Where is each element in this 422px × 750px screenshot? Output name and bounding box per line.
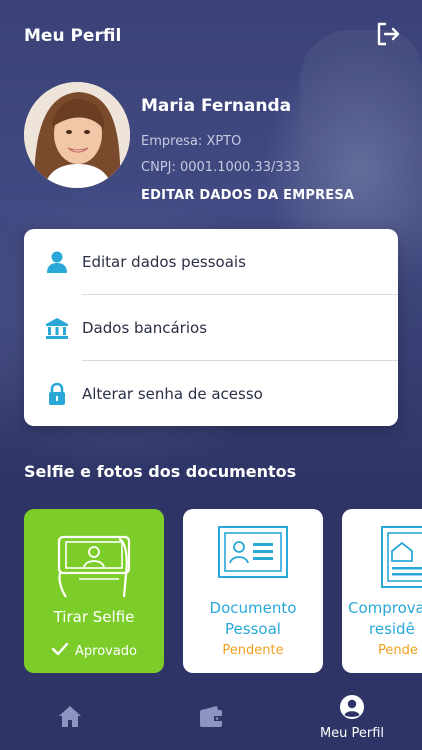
- nav-item-wallet[interactable]: [181, 682, 241, 750]
- selfie-status: Aprovado: [24, 642, 164, 660]
- company-name: Empresa: XPTO: [141, 134, 242, 149]
- house-document-icon: [342, 519, 422, 599]
- menu-item-label: Editar dados pessoais: [82, 252, 246, 271]
- id-card-icon: [183, 519, 323, 599]
- avatar[interactable]: [24, 82, 130, 188]
- person-icon: [44, 249, 70, 275]
- status-badge: Aprovado: [74, 643, 138, 659]
- document-card-title-line1: Documento: [209, 599, 297, 617]
- selfie-icon: [24, 519, 164, 599]
- menu-item-label: Dados bancários: [82, 318, 208, 337]
- logout-icon[interactable]: [374, 20, 402, 48]
- document-card-title-line2: Pessoal: [225, 620, 281, 638]
- residence-proof-card[interactable]: Comprova residê Pende: [342, 509, 422, 673]
- menu-item-change-password[interactable]: Alterar senha de acesso: [24, 361, 398, 426]
- personal-document-card[interactable]: Documento Pessoal Pendente: [183, 509, 323, 673]
- nav-item-label: Meu Perfil: [319, 726, 385, 741]
- bank-icon: [44, 315, 70, 341]
- wallet-icon: [197, 704, 225, 734]
- nav-item-home[interactable]: [40, 682, 100, 750]
- profile-icon: [339, 694, 365, 724]
- document-card-title-line1: Comprova: [348, 599, 422, 617]
- company-cnpj: CNPJ: 0001.1000.33/333: [141, 160, 301, 175]
- nav-item-profile[interactable]: Meu Perfil: [307, 682, 397, 750]
- check-icon: [51, 642, 69, 660]
- status-badge: Pendente: [222, 643, 284, 658]
- menu-item-bank-data[interactable]: Dados bancários: [24, 295, 398, 360]
- selfie-card[interactable]: Tirar Selfie Aprovado: [24, 509, 164, 673]
- lock-icon: [44, 381, 70, 407]
- menu-item-label: Alterar senha de acesso: [82, 384, 263, 403]
- edit-company-link[interactable]: EDITAR DADOS DA EMPRESA: [141, 188, 354, 203]
- app-header: Meu Perfil: [0, 0, 422, 70]
- bottom-navigation: Meu Perfil: [0, 682, 422, 750]
- status-badge: Pende: [378, 643, 418, 658]
- profile-menu-card: Editar dados pessoais Dados bancários Al…: [24, 229, 398, 426]
- menu-item-edit-personal[interactable]: Editar dados pessoais: [24, 229, 398, 294]
- profile-name: Maria Fernanda: [141, 96, 292, 116]
- document-card-title-line2: residê: [369, 620, 415, 638]
- home-icon: [57, 704, 83, 732]
- selfie-card-title: Tirar Selfie: [53, 608, 135, 626]
- page-title: Meu Perfil: [24, 26, 122, 46]
- documents-section-title: Selfie e fotos dos documentos: [24, 462, 297, 481]
